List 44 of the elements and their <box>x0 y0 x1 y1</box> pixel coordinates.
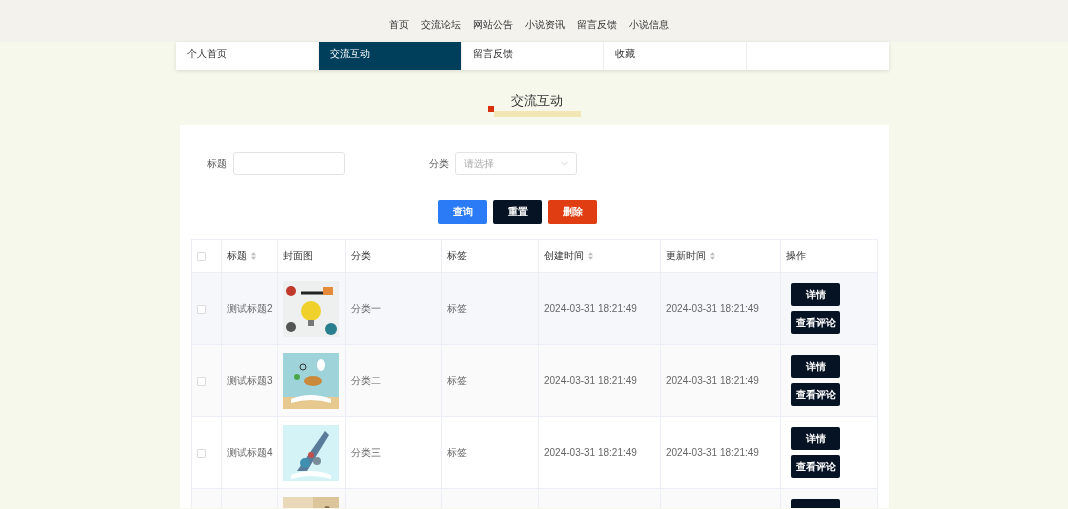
view-comments-button[interactable]: 查看评论 <box>791 455 840 478</box>
column-header: 更新时间 <box>666 249 706 263</box>
tab[interactable]: 留言反馈 <box>461 42 605 70</box>
tab[interactable]: 个人首页 <box>176 42 319 70</box>
nav-link[interactable]: 网站公告 <box>473 18 513 42</box>
column-header: 操作 <box>786 249 806 263</box>
view-comments-button[interactable]: 查看评论 <box>791 311 840 334</box>
column-header: 分类 <box>351 249 371 263</box>
column-header: 标签 <box>447 249 467 263</box>
tag-text: 标签 <box>447 302 467 314</box>
nav-link[interactable]: 留言反馈 <box>577 18 617 42</box>
page-title: 交流互动 <box>511 92 563 110</box>
updated-time: 2024-03-31 18:21:49 <box>666 303 759 314</box>
column-header: 创建时间 <box>544 249 584 263</box>
created-time: 2024-03-31 18:21:49 <box>544 375 637 386</box>
created-time: 2024-03-31 18:21:49 <box>544 447 637 458</box>
detail-button[interactable]: 详情 <box>791 283 840 306</box>
column-header: 标题 <box>227 249 247 263</box>
reset-button[interactable]: 重置 <box>493 200 542 224</box>
column-header: 封面图 <box>283 249 313 263</box>
detail-button[interactable]: 详情 <box>791 427 840 450</box>
category-text: 分类二 <box>351 374 381 386</box>
tab[interactable]: 收藏 <box>604 42 748 70</box>
created-time: 2024-03-31 18:21:49 <box>544 303 637 314</box>
filter-label: 分类 <box>429 156 449 171</box>
search-button[interactable]: 查询 <box>438 200 487 224</box>
category-text: 分类三 <box>351 446 381 458</box>
nav-link[interactable]: 小说资讯 <box>525 18 565 42</box>
title-text: 测试标题3 <box>227 374 273 386</box>
title-text: 测试标题4 <box>227 446 273 458</box>
view-comments-button[interactable]: 查看评论 <box>791 383 840 406</box>
nav-link[interactable]: 交流论坛 <box>421 18 461 42</box>
updated-time: 2024-03-31 18:21:49 <box>666 447 759 458</box>
updated-time: 2024-03-31 18:21:49 <box>666 375 759 386</box>
tab[interactable]: 交流互动 <box>318 42 462 70</box>
filter-label: 标题 <box>207 156 227 171</box>
tag-text: 标签 <box>447 374 467 386</box>
tag-text: 标签 <box>447 446 467 458</box>
title-text: 测试标题2 <box>227 302 273 314</box>
category-text: 分类一 <box>351 302 381 314</box>
delete-button[interactable]: 删除 <box>548 200 597 224</box>
nav-link[interactable]: 首页 <box>389 18 409 42</box>
detail-button[interactable]: 详情 <box>791 355 840 378</box>
nav-link[interactable]: 小说信息 <box>629 18 669 42</box>
